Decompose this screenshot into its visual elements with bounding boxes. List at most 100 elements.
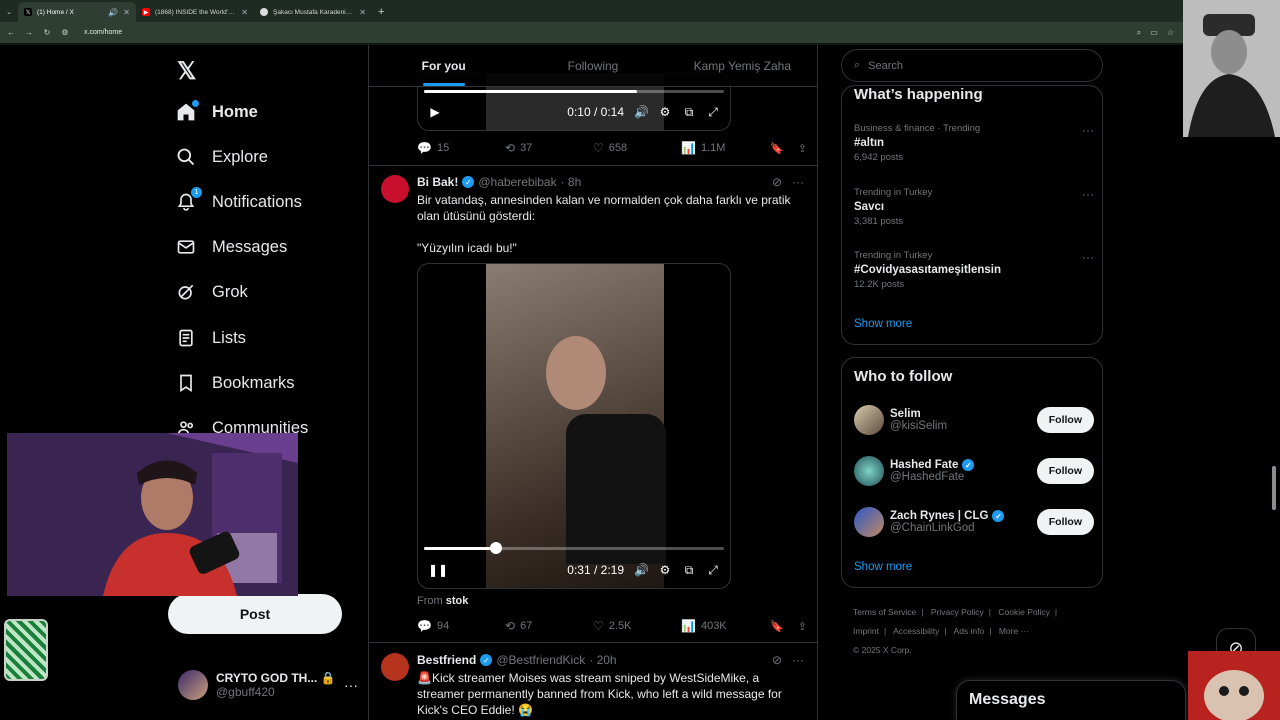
volume-icon[interactable]: 🔊	[634, 105, 649, 119]
reload-icon[interactable]: ↻	[42, 28, 52, 37]
footer-link[interactable]: Accessibility	[893, 626, 939, 636]
tweet2-video[interactable]: ❚❚ 0:31 / 2:19 🔊 ⚙ ⧉ ⤢	[417, 263, 731, 589]
volume-icon[interactable]: 🔊	[634, 563, 649, 577]
page-scrollbar[interactable]	[1272, 466, 1276, 510]
tab-kamp-yemis-zaha[interactable]: Kamp Yemiş Zaha	[668, 45, 817, 86]
panel-title: What’s happening	[854, 86, 983, 103]
pause-icon[interactable]: ❚❚	[428, 563, 448, 577]
star-icon[interactable]: ☆	[1167, 28, 1174, 38]
tab-following[interactable]: Following	[518, 45, 667, 86]
play-icon[interactable]: ▶	[428, 105, 442, 119]
forward-icon[interactable]: →	[24, 28, 34, 37]
follow-button[interactable]: Follow	[1036, 407, 1094, 433]
fullscreen-icon[interactable]: ⤢	[706, 105, 720, 120]
tab-for-you[interactable]: For you	[369, 45, 518, 86]
more-icon[interactable]: ···	[792, 175, 804, 189]
grok-icon[interactable]: ⊘	[772, 175, 782, 189]
url-field[interactable]: x.com/home	[84, 29, 122, 36]
zoom-icon[interactable]: ⌕	[1137, 28, 1141, 38]
post-button[interactable]: Post	[168, 594, 342, 634]
follow-suggestion[interactable]: Zach Rynes | CLG ✓ @ChainLinkGod Follow	[854, 505, 1094, 539]
author-handle[interactable]: @haberebibak	[478, 175, 556, 189]
footer-link[interactable]: Privacy Policy	[931, 607, 984, 617]
more-icon[interactable]: ···	[1082, 250, 1094, 264]
messages-drawer[interactable]: Messages	[956, 680, 1186, 720]
views-button[interactable]: 📊 1.1M	[681, 141, 769, 155]
trend-item[interactable]: Trending in Turkey #Covidyasasıtameşitle…	[854, 250, 1094, 290]
reply-button[interactable]: 💬 15	[417, 141, 505, 155]
tab-search-icon[interactable]: ⌄	[0, 2, 18, 22]
nav-item-explore[interactable]: Explore	[176, 142, 268, 172]
nav-item-grok[interactable]: Grok	[176, 277, 248, 307]
browser-tab-other[interactable]: Şakacı Mustafa Karadeniz - Bal ✕	[254, 2, 372, 22]
follow-suggestion[interactable]: Hashed Fate ✓ @HashedFate Follow	[854, 454, 1094, 488]
grok-icon[interactable]: ⊘	[772, 653, 782, 667]
nav-item-messages[interactable]: Messages	[176, 232, 287, 262]
avatar[interactable]	[381, 653, 409, 681]
footer-link[interactable]: Ads info	[954, 626, 985, 636]
x-logo-icon[interactable]: 𝕏	[177, 57, 196, 86]
footer-link[interactable]: More ···	[999, 626, 1029, 636]
footer-link[interactable]: Terms of Service	[853, 607, 916, 617]
like-button[interactable]: ♡ 658	[593, 141, 681, 155]
share-icon[interactable]: ⇪	[798, 620, 807, 633]
bookmark-icon[interactable]: 🔖	[770, 620, 784, 633]
progress-fill	[424, 90, 637, 93]
tweet-time[interactable]: · 8h	[561, 175, 582, 189]
cast-icon[interactable]: ▭	[1150, 28, 1158, 38]
browser-tab-youtube[interactable]: ▶ (1868) INSIDE the World's Mos ✕	[136, 2, 254, 22]
repost-button[interactable]: ⟲ 37	[505, 141, 593, 155]
repost-button[interactable]: ⟲ 67	[505, 619, 593, 633]
video-progress-bar[interactable]	[424, 90, 724, 93]
follow-button[interactable]: Follow	[1036, 509, 1094, 535]
tab-title: (1868) INSIDE the World's Mos	[155, 8, 236, 16]
pip-icon[interactable]: ⧉	[682, 563, 696, 578]
share-icon[interactable]: ⇪	[798, 142, 807, 155]
bookmark-icon[interactable]: 🔖	[770, 142, 784, 155]
show-more-link[interactable]: Show more	[854, 318, 912, 330]
account-handle: @gbuff420	[216, 685, 275, 699]
video-progress-bar[interactable]	[424, 542, 724, 554]
more-icon[interactable]: ···	[344, 677, 358, 693]
more-icon[interactable]: ···	[1082, 187, 1094, 201]
author-name[interactable]: Bestfriend	[417, 653, 476, 667]
site-info-icon[interactable]: ⚙	[60, 28, 70, 37]
back-icon[interactable]: ←	[6, 28, 16, 37]
author-name[interactable]: Bi Bak!	[417, 175, 458, 189]
like-button[interactable]: ♡ 2.5K	[593, 619, 681, 633]
reply-button[interactable]: 💬 94	[417, 619, 505, 633]
messages-drawer-title: Messages	[969, 691, 1046, 708]
browser-tab-x-home[interactable]: 𝕏 (1) Home / X 🔊 ✕	[18, 2, 136, 22]
account-switcher[interactable]: CRYTO GOD TH... 🔒 @gbuff420 ···	[178, 665, 358, 705]
source-link[interactable]: stok	[446, 595, 469, 607]
fullscreen-icon[interactable]: ⤢	[706, 563, 720, 578]
nav-item-notifications[interactable]: 1 Notifications	[176, 187, 302, 217]
heart-icon: ♡	[593, 141, 604, 155]
new-tab-button[interactable]: +	[372, 2, 390, 22]
settings-icon[interactable]: ⚙	[658, 563, 672, 577]
show-more-link[interactable]: Show more	[854, 561, 912, 573]
close-tab-icon[interactable]: ✕	[359, 8, 366, 17]
nav-item-lists[interactable]: Lists	[176, 323, 246, 353]
footer-link[interactable]: Imprint	[853, 626, 879, 636]
settings-icon[interactable]: ⚙	[658, 105, 672, 119]
views-button[interactable]: 📊 403K	[681, 619, 769, 633]
author-handle[interactable]: @BestfriendKick	[496, 653, 585, 667]
nav-label: Home	[212, 102, 258, 121]
close-tab-icon[interactable]: ✕	[241, 8, 248, 17]
tweet-time[interactable]: · 20h	[589, 653, 616, 667]
close-tab-icon[interactable]: ✕	[123, 8, 130, 17]
avatar[interactable]	[381, 175, 409, 203]
tab-audio-icon[interactable]: 🔊	[108, 8, 118, 17]
follow-suggestion[interactable]: Selim @kisiSelim Follow	[854, 403, 1094, 437]
more-icon[interactable]: ···	[1082, 123, 1094, 137]
pip-icon[interactable]: ⧉	[682, 105, 696, 120]
more-icon[interactable]: ···	[792, 653, 804, 667]
trend-item[interactable]: Business & finance · Trending #altın 6,9…	[854, 123, 1094, 163]
search-input[interactable]: ⌕ Search	[841, 49, 1103, 82]
nav-item-bookmarks[interactable]: Bookmarks	[176, 368, 295, 398]
footer-link[interactable]: Cookie Policy	[998, 607, 1050, 617]
trend-item[interactable]: Trending in Turkey Savcı 3,381 posts ···	[854, 187, 1094, 227]
nav-item-home[interactable]: Home	[176, 97, 258, 127]
follow-button[interactable]: Follow	[1036, 458, 1094, 484]
